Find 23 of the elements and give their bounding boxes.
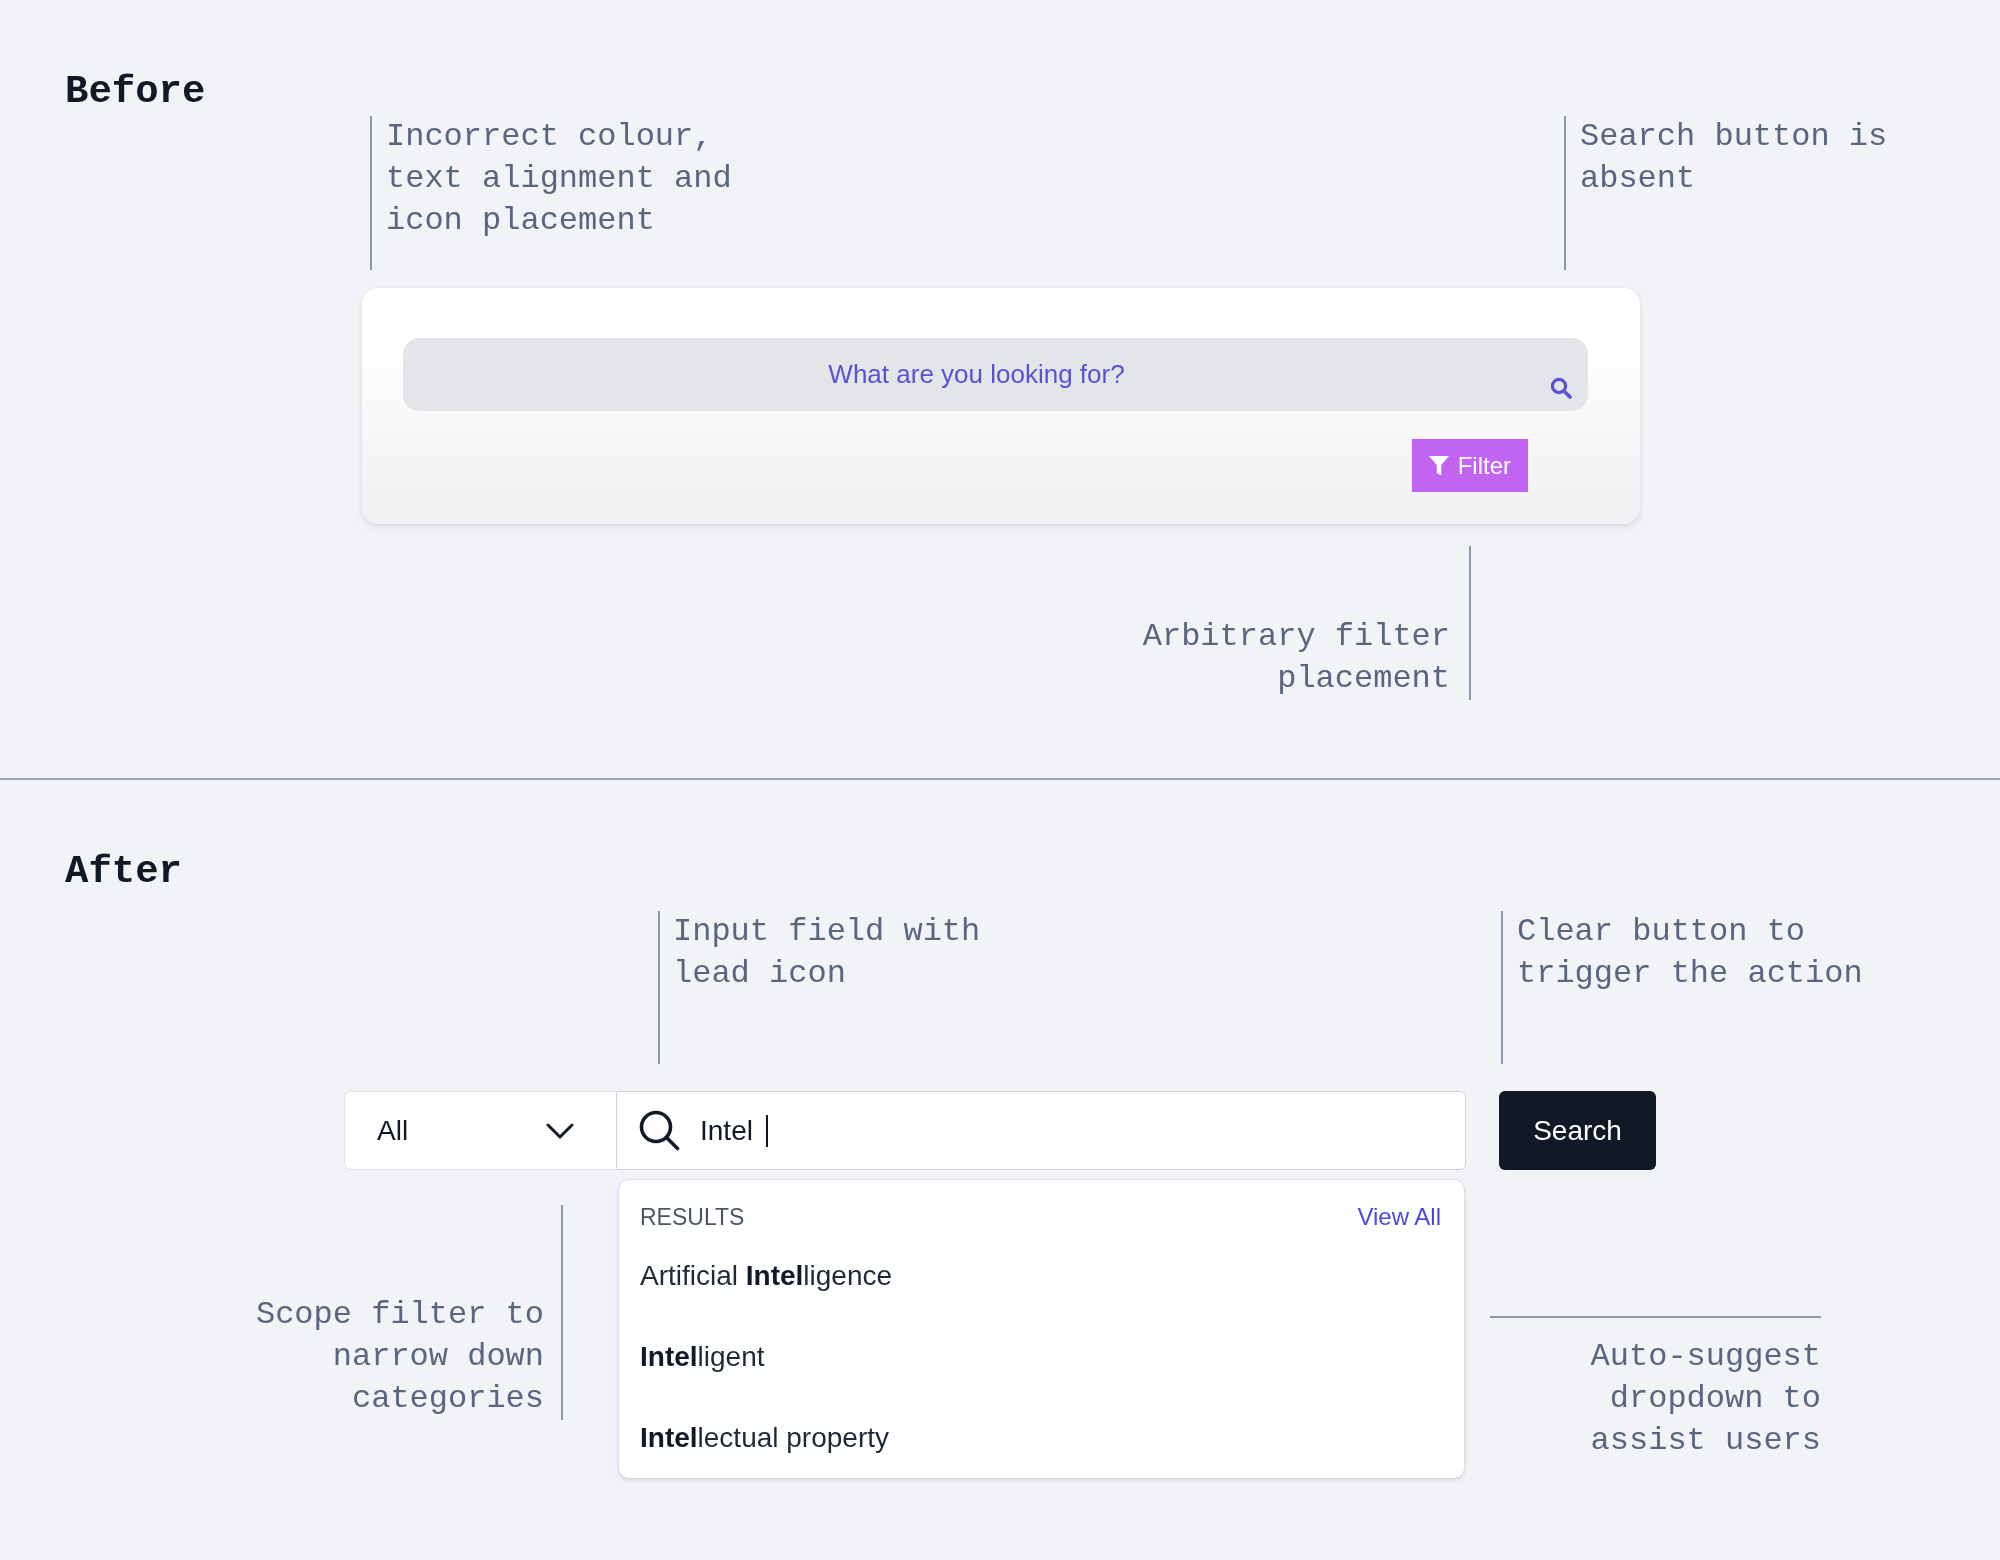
section-title: After (65, 853, 183, 892)
section-title: Before (65, 73, 206, 112)
callout-text: Clear button to trigger the action (1517, 912, 1864, 994)
search-button[interactable]: Search (1499, 1091, 1656, 1170)
chevron-down-icon (546, 1122, 574, 1139)
callout-text: Scope filter to narrow down categories (254, 1295, 544, 1419)
suggestion-item[interactable]: Artificial Intelligence (640, 1236, 1441, 1317)
search-icon (1550, 377, 1572, 399)
results-heading: RESULTS (640, 1203, 745, 1232)
search-icon (639, 1110, 680, 1151)
view-all-link[interactable]: View All (1357, 1200, 1441, 1234)
funnel-icon (1428, 455, 1449, 476)
scope-select[interactable]: All (344, 1091, 616, 1170)
suggestion-item[interactable]: Intelligent (640, 1316, 1441, 1398)
callout-text: Incorrect colour, text alignment and icon placement (386, 117, 733, 241)
text-cursor-icon (765, 1114, 768, 1147)
callout-text: Input field with lead icon (673, 912, 982, 994)
search-field[interactable]: What are you looking for? (403, 338, 1588, 411)
callout-text: Search button is absent (1580, 117, 1889, 199)
suggestion-item[interactable]: Intellectual property (640, 1397, 1441, 1478)
callout-text: Auto-suggest dropdown to assist users (1589, 1337, 1821, 1461)
callout-text: Arbitrary filter placement (1141, 617, 1450, 699)
search-field[interactable]: Intel (616, 1091, 1466, 1170)
